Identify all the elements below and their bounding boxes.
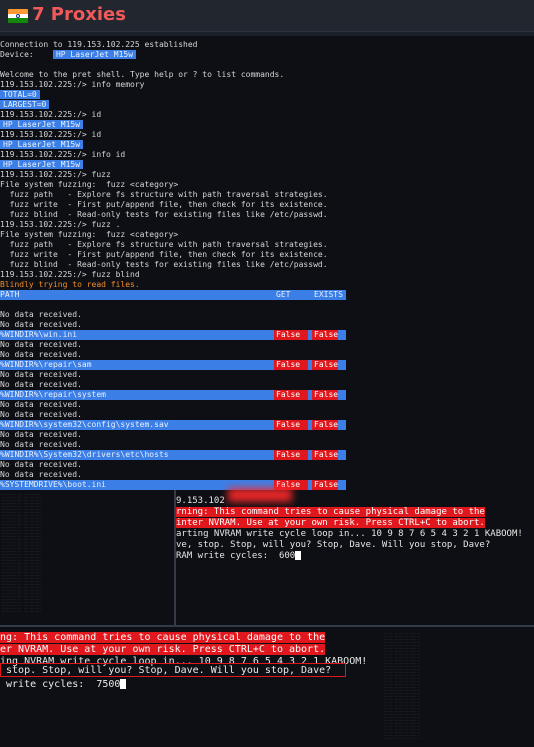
terminal-line: fuzz write - First put/append file, then… xyxy=(0,250,328,259)
terminal-line: File system fuzzing: fuzz <category> xyxy=(0,180,179,189)
table-message: No data received. xyxy=(0,410,82,419)
terminal-line: fuzz path - Explore fs structure with pa… xyxy=(0,190,328,199)
app-header: 7 Proxies xyxy=(0,0,534,32)
exists-status: False xyxy=(312,480,339,490)
exists-status: False xyxy=(312,420,339,430)
table-message: No data received. xyxy=(0,380,82,389)
table-row: %WINDIR%\win.ini False False xyxy=(0,330,346,340)
highlighted-value: LARGEST=0 xyxy=(0,100,50,109)
table-message: No data received. xyxy=(0,470,82,479)
column-header: EXISTS xyxy=(314,290,343,299)
terminal-line: Connection to 119.153.102.225 establishe… xyxy=(0,40,198,49)
cursor-icon xyxy=(295,551,302,560)
terminal-line: Device: HP LaserJet M15w xyxy=(0,50,137,60)
terminal-bottom-panel: ng: This command tries to cause physical… xyxy=(0,625,534,747)
terminal-line: fuzz blind - Read-only tests for existin… xyxy=(0,210,328,219)
host-line: 9.153.102 xyxy=(176,496,225,506)
column-header: GET xyxy=(276,290,291,299)
bottom-dave-line: stop. Stop, will you? Stop, Dave. Will y… xyxy=(0,665,332,676)
table-message: No data received. xyxy=(0,350,82,359)
terminal-middle-panel: ·········· ····· ···· ·········· ·······… xyxy=(0,490,534,625)
table-message: No data received. xyxy=(0,320,82,329)
terminal-line: TOTAL=0 xyxy=(0,90,40,100)
terminal-line: 119.153.102.225:/> info memory xyxy=(0,80,145,89)
get-status: False xyxy=(274,390,308,400)
table-row: %WINDIR%\System32\drivers\etc\hosts False… xyxy=(0,450,346,460)
terminal-line: 119.153.102.225:/> fuzz xyxy=(0,170,111,179)
table-row: %SYSTEMDRIVE%\boot.ini False False xyxy=(0,480,346,490)
table-row: %WINDIR%\repair\sam False False xyxy=(0,360,346,370)
terminal-thumbnail-right: ········ ······ ···· ········· ········ … xyxy=(384,633,421,740)
terminal-line: 119.153.102.225:/> info id xyxy=(0,150,126,159)
get-status: False xyxy=(274,330,308,340)
exists-status: False xyxy=(312,450,339,460)
warning-line-2: inter NVRAM. Use at your own risk. Press… xyxy=(176,518,485,528)
table-message: No data received. xyxy=(0,430,82,439)
table-message: No data received. xyxy=(0,400,82,409)
table-message: No data received. xyxy=(0,340,82,349)
exists-status: False xyxy=(312,330,339,340)
exists-status: False xyxy=(312,360,339,370)
table-message: No data received. xyxy=(0,310,82,319)
terminal-line: Blindly trying to read files. xyxy=(0,280,140,289)
count-line: arting NVRAM write cycle loop in... 10 9… xyxy=(176,529,523,539)
terminal-line: File system fuzzing: fuzz <category> xyxy=(0,230,179,239)
terminal-line: 119.153.102.225:/> id xyxy=(0,110,102,119)
terminal-thumbnail-left: ·········· ····· ···· ·········· ·······… xyxy=(2,494,42,613)
get-status: False xyxy=(274,360,308,370)
terminal-line: fuzz write - First put/append file, then… xyxy=(0,200,328,209)
exists-status: False xyxy=(312,390,339,400)
table-row: %WINDIR%\system32\config\system.sav False… xyxy=(0,420,346,430)
highlighted-value: HP LaserJet M15w xyxy=(52,50,137,59)
table-message: No data received. xyxy=(0,370,82,379)
table-message: No data received. xyxy=(0,460,82,469)
highlighted-value: HP LaserJet M15w xyxy=(0,160,84,169)
terminal-line: HP LaserJet M15w xyxy=(0,140,84,150)
cycles-line: RAM write cycles: 600 xyxy=(176,551,302,562)
terminal-line: fuzz blind - Read-only tests for existin… xyxy=(0,260,328,269)
terminal-main[interactable]: Connection to 119.153.102.225 establishe… xyxy=(0,36,534,499)
get-status: False xyxy=(274,450,308,460)
terminal-line: Welcome to the pret shell. Type help or … xyxy=(0,70,285,79)
redacted-blur xyxy=(228,488,292,502)
table-header: PATH GET EXISTS xyxy=(0,290,346,300)
terminal-line: HP LaserJet M15w xyxy=(0,160,84,170)
bottom-warning-line-1: ng: This command tries to cause physical… xyxy=(0,632,326,643)
terminal-line: 119.153.102.225:/> id xyxy=(0,130,102,139)
highlighted-value: HP LaserJet M15w xyxy=(0,120,84,129)
column-header: PATH xyxy=(0,290,20,299)
terminal-line: HP LaserJet M15w xyxy=(0,120,84,130)
warning-line-1: rning: This command tries to cause physi… xyxy=(176,507,485,517)
terminal-line: 119.153.102.225:/> fuzz blind xyxy=(0,270,140,279)
table-message: No data received. xyxy=(0,440,82,449)
highlighted-value: TOTAL=0 xyxy=(0,90,40,99)
india-flag-icon xyxy=(8,9,28,23)
terminal-line: LARGEST=0 xyxy=(0,100,50,110)
cursor-icon xyxy=(120,679,127,689)
page-title: 7 Proxies xyxy=(32,4,126,25)
bottom-warning-line-2: er NVRAM. Use at your own risk. Press CT… xyxy=(0,644,326,655)
table-row: %WINDIR%\repair\system False False xyxy=(0,390,346,400)
dave-line: ve, stop. Stop, will you? Stop, Dave. Wi… xyxy=(176,540,491,550)
bottom-cycles-line: write cycles: 7500 xyxy=(0,679,127,691)
terminal-line: fuzz path - Explore fs structure with pa… xyxy=(0,240,328,249)
highlighted-value: HP LaserJet M15w xyxy=(0,140,84,149)
get-status: False xyxy=(274,420,308,430)
terminal-line: 119.153.102.225:/> fuzz . xyxy=(0,220,121,229)
